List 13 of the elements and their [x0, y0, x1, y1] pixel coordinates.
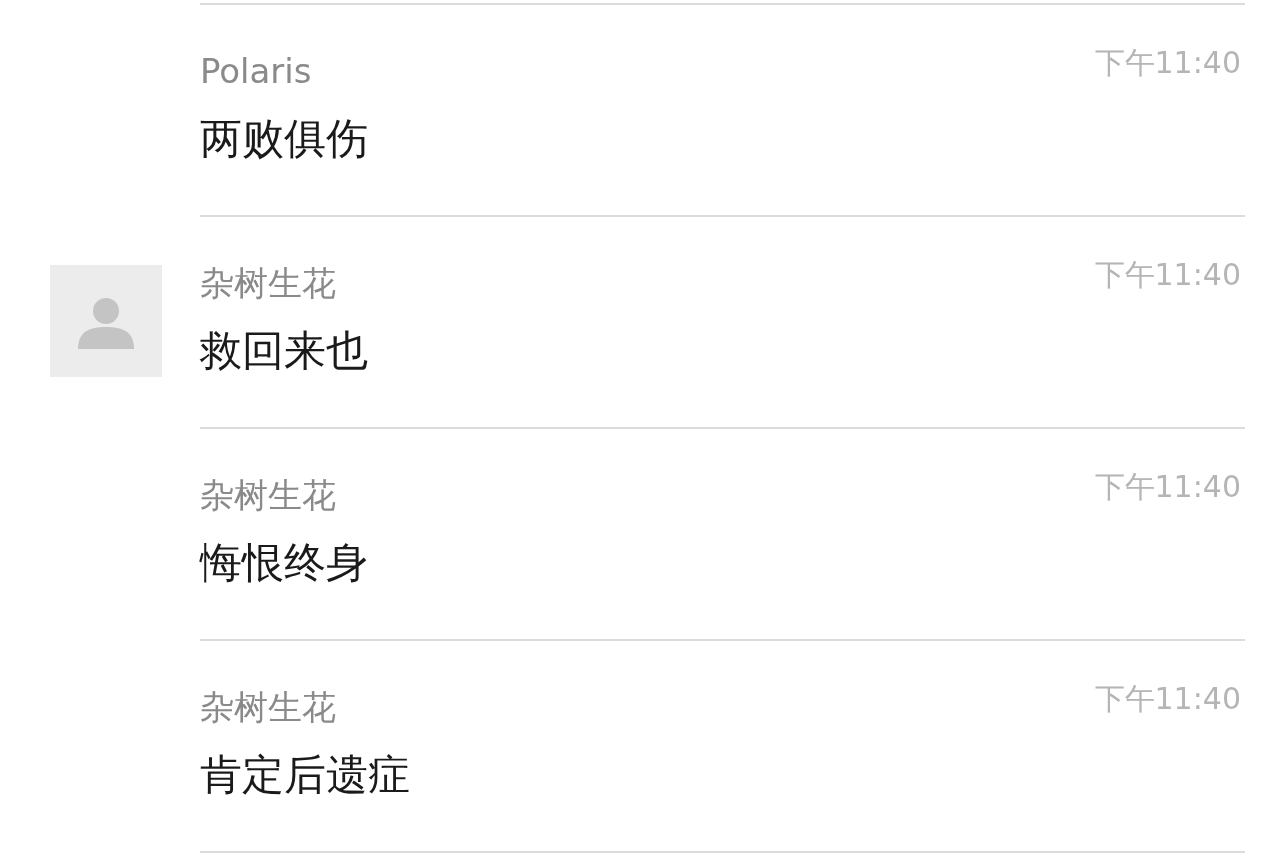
message-time: 下午11:40 — [1094, 257, 1241, 293]
sender-name: 杂树生花 — [200, 687, 336, 728]
message-time: 下午11:40 — [1094, 469, 1241, 505]
message-text: 肯定后遗症 — [200, 749, 411, 801]
message-text: 两败俱伤 — [200, 113, 369, 165]
message-text: 救回来也 — [200, 325, 369, 377]
avatar-placeholder[interactable] — [50, 265, 162, 377]
sender-name: 杂树生花 — [200, 475, 336, 516]
message-time: 下午11:40 — [1094, 681, 1241, 717]
sender-name: Polaris — [200, 51, 312, 92]
message-text: 悔恨终身 — [200, 537, 369, 589]
message-time: 下午11:40 — [1094, 45, 1241, 81]
sender-name: 杂树生花 — [200, 263, 336, 304]
